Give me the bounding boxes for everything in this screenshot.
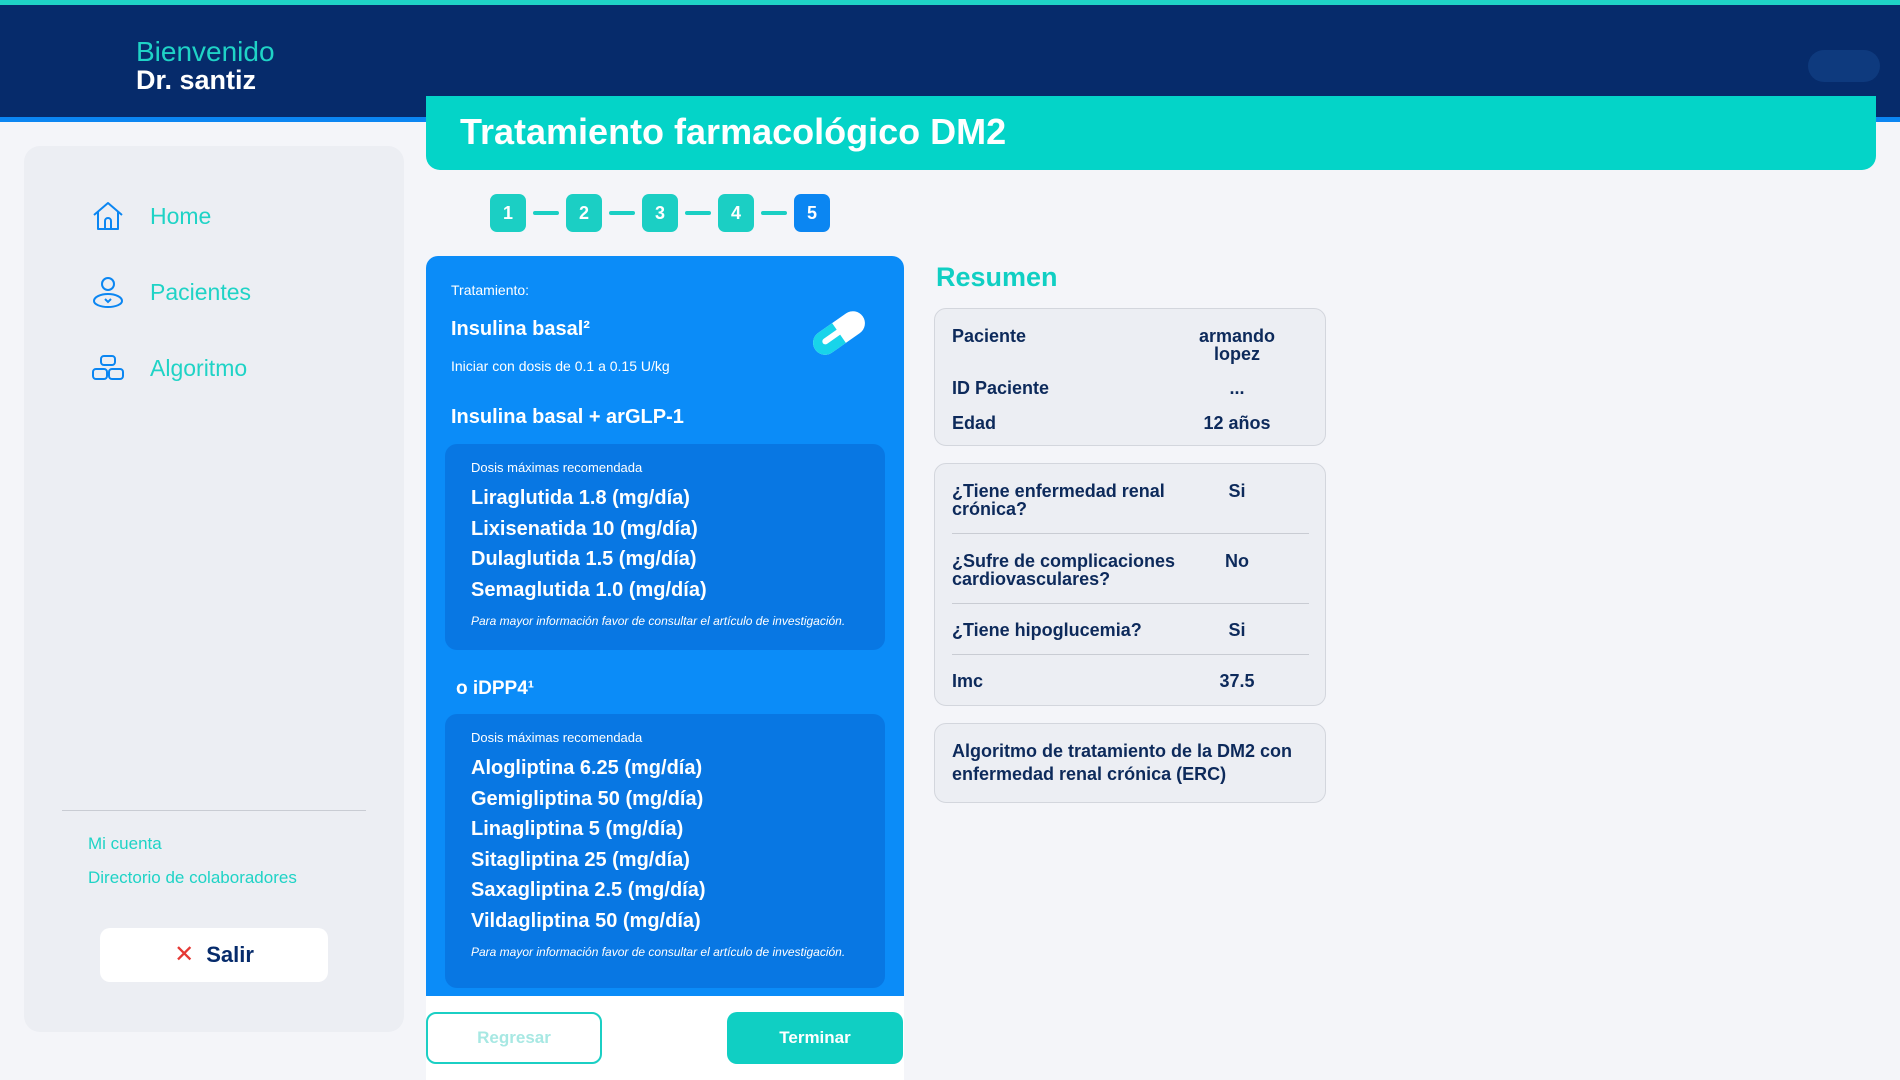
clinical-summary-card: ¿Tiene enfermedad renal crónica? Si ¿Suf…	[934, 463, 1326, 706]
summary-value: armando lopez	[1198, 326, 1276, 364]
step-2[interactable]: 2	[566, 194, 602, 232]
treatment-option-1: Insulina basal + arGLP-1	[451, 406, 684, 428]
step-1[interactable]: 1	[490, 194, 526, 232]
patient-summary-card: Paciente armando lopez ID Paciente ... E…	[934, 308, 1326, 446]
drug-item: Dulaglutida 1.5 (mg/día)	[471, 548, 697, 570]
algorithm-card[interactable]: Algoritmo de tratamiento de la DM2 con e…	[934, 723, 1326, 803]
summary-value: No	[1225, 551, 1249, 571]
summary-value: 12 años	[1203, 413, 1271, 433]
dose-box-heading: Dosis máximas recomendada	[471, 460, 643, 475]
treatment-dose: Iniciar con dosis de 0.1 a 0.15 U/kg	[451, 358, 670, 374]
drug-item: Alogliptina 6.25 (mg/día)	[471, 757, 703, 779]
summary-value: 37.5	[1219, 671, 1255, 691]
step-connector	[533, 211, 559, 215]
dose-box-heading: Dosis máximas recomendada	[471, 730, 643, 745]
row-divider	[952, 533, 1309, 534]
close-icon: ✕	[174, 941, 195, 968]
summary-key: Paciente	[952, 326, 1027, 346]
sidebar-item-label: Pacientes	[150, 278, 252, 305]
dose-box-note: Para mayor información favor de consulta…	[471, 945, 846, 959]
summary-key: Edad	[952, 413, 997, 433]
dose-box-idpp4: Dosis máximas recomendada Alogliptina 6.…	[445, 714, 885, 988]
row-divider	[952, 654, 1309, 655]
drug-item: Vildagliptina 50 (mg/día)	[471, 909, 701, 932]
treatment-option-2: o iDPP4¹	[456, 678, 535, 699]
algorithm-title: Algoritmo de tratamiento de la DM2 con e…	[952, 741, 1293, 784]
summary-key: ¿Sufre de complicaciones cardiovasculare…	[952, 551, 1176, 589]
summary-value: ...	[1229, 378, 1245, 398]
header-toggle[interactable]	[1808, 50, 1880, 82]
summary-value: Si	[1228, 481, 1246, 501]
home-icon	[90, 198, 126, 234]
logout-label: Salir	[206, 942, 254, 967]
sidebar-item-home[interactable]: Home	[90, 194, 211, 238]
patient-icon	[90, 274, 126, 310]
drug-item: Liraglutida 1.8 (mg/día)	[471, 487, 690, 509]
dose-box-note: Para mayor información favor de consulta…	[471, 614, 846, 628]
step-indicator: 1 2 3 4 5	[490, 194, 830, 232]
step-5[interactable]: 5	[794, 194, 830, 232]
sidebar-item-pacientes[interactable]: Pacientes	[90, 270, 251, 314]
logout-button[interactable]: ✕ Salir	[100, 928, 328, 982]
summary-value: Si	[1228, 620, 1246, 640]
row-divider	[952, 603, 1309, 604]
sidebar-item-algoritmo[interactable]: Algoritmo	[90, 346, 247, 390]
drug-item: Sitagliptina 25 (mg/día)	[471, 848, 690, 871]
capsule-icon	[806, 302, 872, 369]
my-account-link[interactable]: Mi cuenta	[88, 834, 162, 854]
treatment-card: Tratamiento: Insulina basal² Iniciar con…	[426, 256, 904, 996]
drug-item: Linagliptina 5 (mg/día)	[471, 818, 684, 840]
sidebar-divider	[62, 810, 366, 811]
summary-key: ID Paciente	[952, 378, 1050, 398]
step-connector	[609, 211, 635, 215]
back-button[interactable]: Regresar	[426, 1012, 602, 1064]
sidebar-item-label: Algoritmo	[150, 354, 248, 381]
drug-item: Gemigliptina 50 (mg/día)	[471, 787, 704, 810]
summary-key: Imc	[952, 671, 984, 691]
step-4[interactable]: 4	[718, 194, 754, 232]
treatment-name: Insulina basal²	[451, 318, 590, 340]
finish-button[interactable]: Terminar	[727, 1012, 903, 1064]
drug-item: Lixisenatida 10 (mg/día)	[471, 517, 698, 540]
summary-key: ¿Tiene hipoglucemia?	[952, 620, 1142, 640]
welcome-text: Bienvenido	[136, 36, 275, 67]
step-connector	[761, 211, 787, 215]
step-3[interactable]: 3	[642, 194, 678, 232]
algorithm-icon	[90, 350, 126, 386]
sidebar-item-label: Home	[150, 202, 212, 229]
summary-key: ¿Tiene enfermedad renal crónica?	[952, 481, 1165, 519]
summary-title: Resumen	[936, 262, 1058, 292]
drug-item: Semaglutida 1.0 (mg/día)	[471, 578, 707, 601]
sidebar: Home Pacientes Algoritmo Mi cuenta Direc…	[24, 146, 404, 1032]
treatment-label: Tratamiento:	[451, 282, 530, 298]
step-connector	[685, 211, 711, 215]
dose-box-glp1: Dosis máximas recomendada Liraglutida 1.…	[445, 444, 885, 650]
collaborators-directory-link[interactable]: Directorio de colaboradores	[88, 868, 297, 888]
doctor-name: Dr. santiz	[136, 65, 257, 95]
page-title: Tratamiento farmacológico DM2	[460, 111, 1007, 152]
drug-item: Saxagliptina 2.5 (mg/día)	[471, 879, 706, 901]
page-title-banner: Tratamiento farmacológico DM2	[426, 96, 1876, 170]
